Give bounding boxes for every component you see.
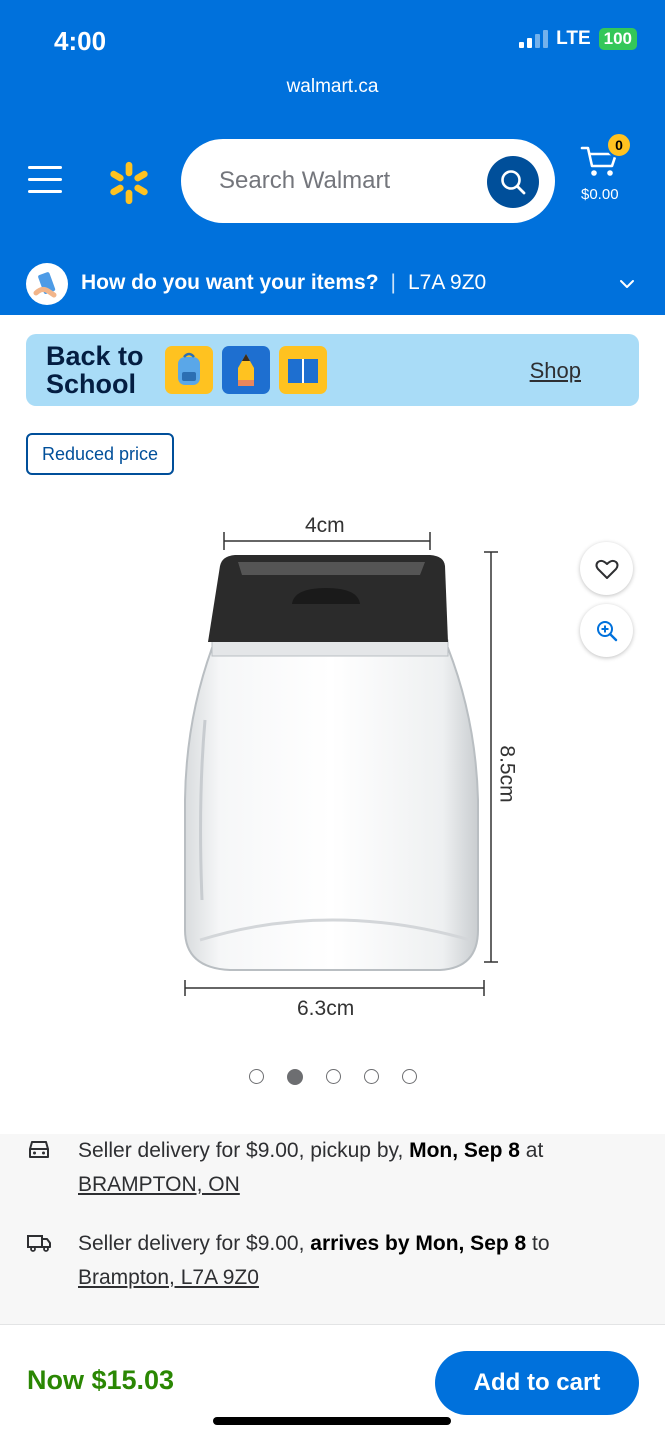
pencil-icon (222, 346, 270, 394)
search-icon (501, 170, 526, 195)
dimension-label-bottom: 6.3cm (297, 997, 355, 1020)
delivery-text: Seller delivery for $9.00, arrives by Mo… (78, 1227, 618, 1295)
carousel-dots[interactable] (249, 1069, 417, 1085)
walmart-spark-logo[interactable] (106, 160, 152, 206)
carousel-dot-active[interactable] (287, 1069, 303, 1085)
pickup-prefix: Seller delivery for $9.00, pickup by, (78, 1139, 410, 1162)
current-price: Now $15.03 (27, 1365, 175, 1395)
carousel-dot[interactable] (364, 1069, 379, 1084)
zoom-button[interactable] (580, 604, 633, 657)
pickup-suffix: at (519, 1139, 544, 1162)
menu-icon[interactable] (28, 166, 62, 194)
delivery-prefix: Seller delivery for $9.00, (78, 1232, 311, 1255)
delivery-separator: | (390, 271, 396, 294)
delivery-location-link[interactable]: Brampton, L7A 9Z0 (78, 1266, 259, 1289)
fulfillment-options: Seller delivery for $9.00, pickup by, Mo… (0, 1134, 665, 1324)
delivery-suffix: to (526, 1232, 550, 1255)
network-label: LTE (556, 28, 591, 49)
banner-title-line2: School (46, 369, 137, 399)
pickup-date: Mon, Sep 8 (409, 1139, 520, 1162)
delivery-selector[interactable]: How do you want your items? | L7A 9Z0 (0, 254, 665, 315)
header: 4:00 LTE 100 walmart.ca Search Walmart 0… (0, 0, 665, 315)
cart-button[interactable]: 0 $0.00 (578, 132, 640, 210)
url-bar[interactable]: walmart.ca (0, 76, 665, 98)
cart-count-badge: 0 (606, 132, 632, 158)
banner-title: Back to School (46, 342, 144, 398)
carousel-dot[interactable] (326, 1069, 341, 1084)
pickup-location-link[interactable]: BRAMPTON, ON (78, 1173, 240, 1196)
postal-code: L7A 9Z0 (408, 271, 487, 294)
carousel-dot[interactable] (402, 1069, 417, 1084)
chevron-down-icon (620, 280, 634, 288)
add-to-cart-button[interactable]: Add to cart (435, 1351, 639, 1415)
delivery-truck-icon (27, 1235, 51, 1252)
banner-title-line1: Back to (46, 341, 144, 371)
backpack-icon (165, 346, 213, 394)
zoom-in-icon (596, 620, 617, 641)
pickup-car-icon (29, 1141, 49, 1158)
dimension-label-height: 8.5cm (495, 745, 519, 803)
banner-shop-link[interactable]: Shop (530, 358, 581, 384)
product-image[interactable] (150, 500, 520, 1040)
search-input[interactable]: Search Walmart (219, 167, 390, 195)
delivery-date: arrives by Mon, Sep 8 (310, 1232, 527, 1255)
delivery-prompt: How do you want your items? | L7A 9Z0 (81, 271, 486, 295)
status-time: 4:00 (54, 26, 107, 56)
dimension-label-top: 4cm (305, 514, 345, 537)
battery-icon: 100 (598, 28, 637, 50)
cart-total: $0.00 (581, 186, 619, 203)
status-indicators: LTE 100 (519, 28, 637, 50)
delivery-phone-icon (26, 263, 68, 305)
back-to-school-banner[interactable]: Back to School Shop (26, 334, 639, 406)
heart-icon (595, 559, 618, 579)
reduced-price-badge: Reduced price (26, 433, 174, 475)
pickup-text: Seller delivery for $9.00, pickup by, Mo… (78, 1134, 618, 1202)
signal-icon (519, 30, 549, 48)
search-button[interactable] (487, 156, 539, 208)
search-bar[interactable]: Search Walmart (181, 139, 555, 223)
carousel-dot[interactable] (249, 1069, 264, 1084)
delivery-question: How do you want your items? (81, 271, 379, 294)
home-indicator[interactable] (213, 1417, 451, 1425)
book-icon (279, 346, 327, 394)
favorite-button[interactable] (580, 542, 633, 595)
